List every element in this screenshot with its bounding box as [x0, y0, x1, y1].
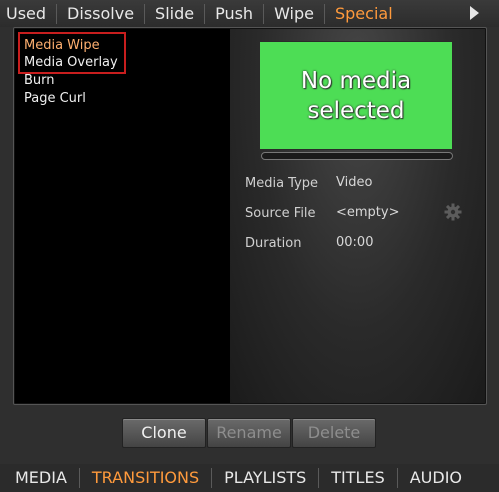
main-section-tabs: MEDIA TRANSITIONS PLAYLISTS TITLES AUDIO: [0, 464, 499, 492]
transition-category-tabs: Used Dissolve Slide Push Wipe Special: [0, 0, 499, 27]
tab-audio[interactable]: AUDIO: [398, 468, 474, 488]
tab-titles[interactable]: TITLES: [319, 468, 398, 488]
clone-button[interactable]: Clone: [122, 418, 206, 448]
preview-message: No media selected: [301, 66, 411, 126]
media-type-value: Video: [336, 175, 373, 190]
media-preview: No media selected: [259, 41, 453, 150]
preview-progress-bar[interactable]: [261, 152, 453, 160]
source-file-label: Source File: [245, 206, 316, 221]
tab-media[interactable]: MEDIA: [0, 468, 80, 488]
media-type-label: Media Type: [245, 176, 319, 191]
preview-message-line2: selected: [307, 97, 405, 124]
list-item-media-wipe[interactable]: Media Wipe: [24, 37, 100, 55]
preview-pane: No media selected Media Type Video Sourc…: [230, 29, 485, 403]
rename-button[interactable]: Rename: [207, 418, 291, 448]
tab-transitions[interactable]: TRANSITIONS: [80, 468, 213, 488]
transitions-panel: Media Wipe Media Overlay Burn Page Curl …: [13, 27, 487, 405]
tab-wipe[interactable]: Wipe: [264, 3, 325, 24]
transition-list: Media Wipe Media Overlay Burn Page Curl: [15, 29, 230, 403]
scroll-right-arrow-icon[interactable]: [470, 6, 479, 20]
tab-playlists[interactable]: PLAYLISTS: [212, 468, 320, 488]
list-item-page-curl[interactable]: Page Curl: [24, 90, 86, 108]
tab-dissolve[interactable]: Dissolve: [57, 3, 146, 24]
tab-special[interactable]: Special: [325, 4, 403, 24]
gear-icon[interactable]: [444, 203, 462, 221]
tab-slide[interactable]: Slide: [145, 3, 206, 24]
delete-button[interactable]: Delete: [292, 418, 376, 448]
list-item-burn[interactable]: Burn: [24, 72, 55, 90]
source-file-value: <empty>: [336, 205, 400, 220]
duration-label: Duration: [245, 236, 302, 251]
duration-value: 00:00: [336, 235, 374, 250]
tab-used[interactable]: Used: [0, 3, 58, 24]
tab-push[interactable]: Push: [205, 3, 265, 24]
list-item-media-overlay[interactable]: Media Overlay: [24, 54, 118, 72]
preview-message-line1: No media: [300, 67, 412, 94]
